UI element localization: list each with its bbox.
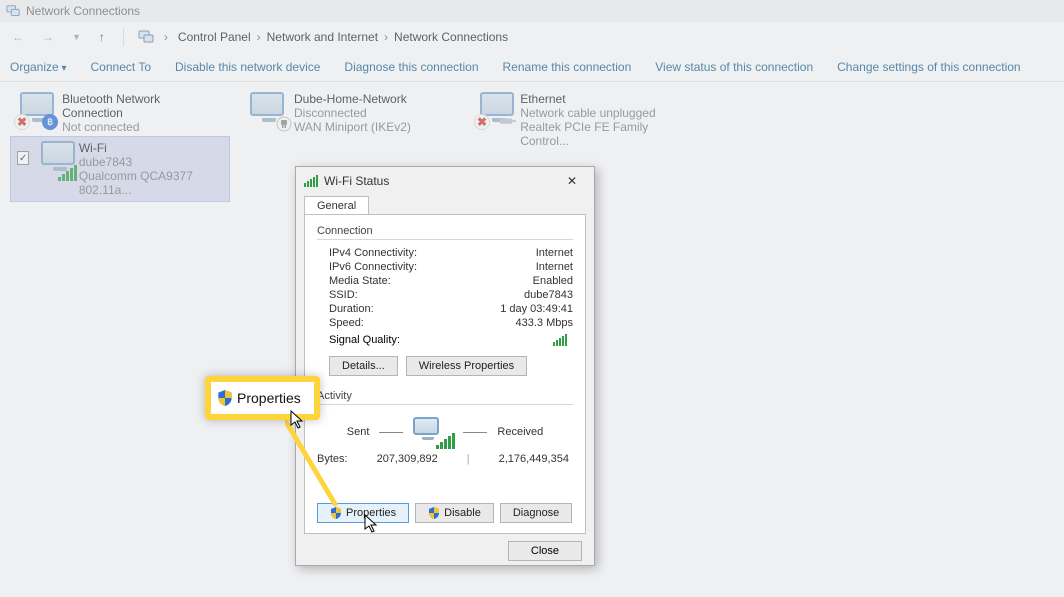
duration-value: 1 day 03:49:41 [500, 303, 573, 315]
crumb-network-internet[interactable]: Network and Internet [267, 30, 378, 44]
connection-icon [246, 92, 288, 128]
media-state-label: Media State: [329, 275, 391, 287]
connection-item-wifi[interactable]: ✓ Wi-Fi dube7843 Qualcomm QCA9377 802.11… [10, 136, 230, 202]
signal-quality-icon [553, 334, 567, 346]
connection-icon [37, 141, 73, 177]
error-icon: ✖ [14, 114, 30, 130]
signal-bars-icon [58, 165, 77, 181]
connection-status: dube7843 [79, 155, 223, 169]
organize-menu[interactable]: Organize [10, 60, 67, 74]
cursor-icon [364, 514, 380, 534]
forward-button[interactable]: → [38, 30, 58, 44]
up-button[interactable]: ↑ [95, 30, 109, 44]
ipv6-label: IPv6 Connectivity: [329, 261, 417, 273]
shield-icon [428, 507, 440, 519]
connection-name: Dube-Home-Network [294, 92, 411, 106]
group-connection-label: Connection [317, 225, 573, 237]
view-status-cmd[interactable]: View status of this connection [655, 60, 813, 74]
window-title: Network Connections [26, 4, 140, 18]
network-icon [6, 4, 20, 18]
signal-bars-icon [304, 175, 318, 187]
callout-label: Properties [237, 390, 301, 406]
media-state-value: Enabled [533, 275, 573, 287]
connection-name: Bluetooth Network Connection [62, 92, 224, 120]
bluetooth-icon: ฿ [42, 114, 58, 130]
connection-icon: ✖ ฿ [16, 92, 56, 128]
history-dropdown[interactable]: ▼ [68, 32, 85, 42]
tab-general[interactable]: General [304, 196, 369, 215]
signal-quality-label: Signal Quality: [329, 334, 400, 346]
window-titlebar: Network Connections [0, 0, 1064, 22]
connections-list: ✖ ฿ Bluetooth Network Connection Not con… [0, 82, 1064, 172]
location-icon [138, 29, 154, 45]
wireless-properties-button[interactable]: Wireless Properties [406, 356, 527, 376]
bytes-sent-value: 207,309,892 [377, 453, 438, 465]
sent-label: Sent [347, 426, 370, 438]
connection-icon: ✖ [476, 92, 514, 128]
connection-status: Network cable unplugged [520, 106, 684, 120]
cursor-icon [290, 410, 306, 430]
disable-device-cmd[interactable]: Disable this network device [175, 60, 320, 74]
crumb-control-panel[interactable]: Control Panel [178, 30, 251, 44]
speed-value: 433.3 Mbps [516, 317, 573, 329]
crumb-network-connections[interactable]: Network Connections [394, 30, 508, 44]
back-button[interactable]: ← [8, 30, 28, 44]
details-button[interactable]: Details... [329, 356, 398, 376]
ipv6-value: Internet [536, 261, 573, 273]
disable-button[interactable]: Disable [415, 503, 494, 523]
connection-status: Disconnected [294, 106, 411, 120]
tab-panel: Connection IPv4 Connectivity: Internet IP… [304, 214, 586, 534]
received-label: Received [497, 426, 543, 438]
tab-strip: General [296, 195, 594, 214]
breadcrumb[interactable]: Control Panel › Network and Internet › N… [178, 30, 508, 44]
connection-item-ethernet[interactable]: ✖ Ethernet Network cable unplugged Realt… [470, 88, 690, 152]
activity-icon [413, 417, 453, 447]
shield-icon [217, 390, 233, 406]
bytes-received-value: 2,176,449,354 [499, 453, 569, 465]
dialog-titlebar[interactable]: Wi-Fi Status ✕ [296, 167, 594, 195]
close-icon[interactable]: ✕ [558, 174, 586, 188]
error-icon: ✖ [474, 114, 490, 130]
diagnose-button[interactable]: Diagnose [500, 503, 572, 523]
connection-device: Realtek PCIe FE Family Control... [520, 120, 684, 148]
ssid-value: dube7843 [524, 289, 573, 301]
connection-device: WAN Miniport (IKEv2) [294, 120, 411, 134]
connection-item-vpn[interactable]: Dube-Home-Network Disconnected WAN Minip… [240, 88, 460, 138]
ipv4-value: Internet [536, 247, 573, 259]
duration-label: Duration: [329, 303, 374, 315]
selection-checkbox[interactable]: ✓ [17, 151, 29, 165]
bytes-label: Bytes: [317, 453, 348, 465]
close-button[interactable]: Close [508, 541, 582, 561]
connection-device: Qualcomm QCA9377 802.11a... [79, 169, 223, 197]
connection-name: Ethernet [520, 92, 684, 106]
dialog-title: Wi-Fi Status [324, 174, 389, 188]
connection-name: Wi-Fi [79, 141, 223, 155]
group-activity-label: Activity [317, 390, 573, 402]
command-bar: Organize Connect To Disable this network… [0, 52, 1064, 82]
connection-status: Not connected [62, 120, 224, 134]
speed-label: Speed: [329, 317, 364, 329]
ethernet-plug-icon [500, 114, 516, 130]
diagnose-cmd[interactable]: Diagnose this connection [344, 60, 478, 74]
rename-cmd[interactable]: Rename this connection [503, 60, 632, 74]
shield-icon [330, 507, 342, 519]
ssid-label: SSID: [329, 289, 358, 301]
change-settings-cmd[interactable]: Change settings of this connection [837, 60, 1020, 74]
ipv4-label: IPv4 Connectivity: [329, 247, 417, 259]
connect-to-cmd[interactable]: Connect To [91, 60, 152, 74]
wifi-status-dialog: Wi-Fi Status ✕ General Connection IPv4 C… [295, 166, 595, 566]
plug-icon [276, 116, 292, 132]
address-bar: ← → ▼ ↑ › Control Panel › Network and In… [0, 22, 1064, 52]
